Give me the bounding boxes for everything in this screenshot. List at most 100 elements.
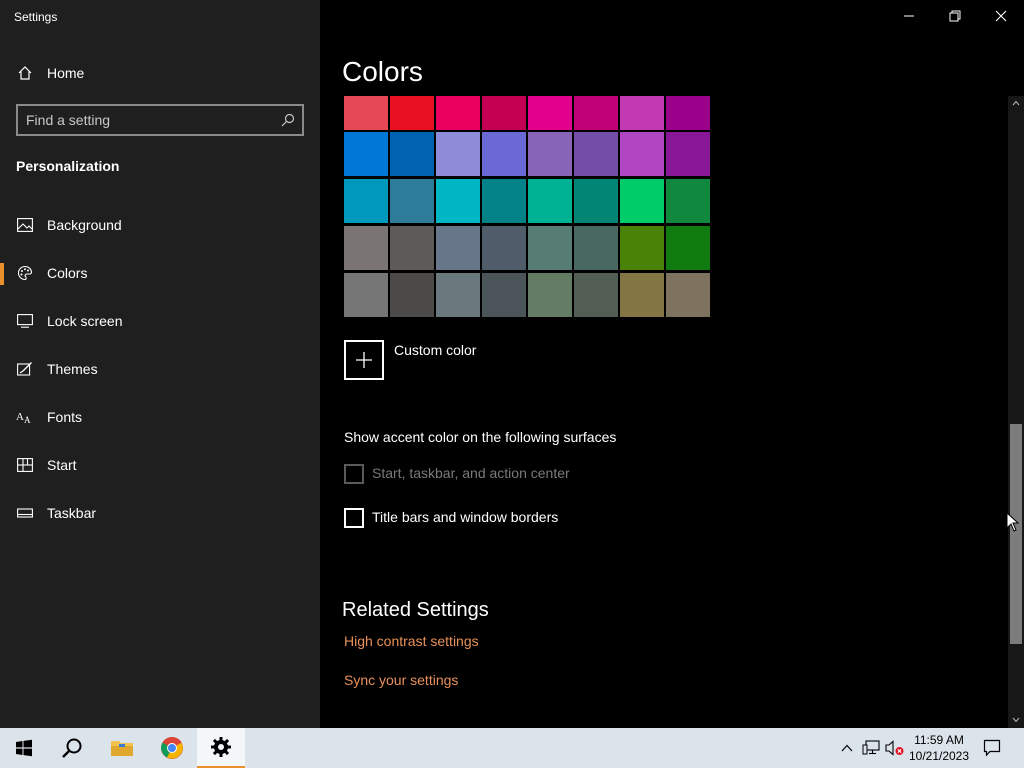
color-swatch[interactable]: [482, 132, 526, 176]
sync-settings-link[interactable]: Sync your settings: [344, 672, 458, 688]
chevron-up-icon: [1012, 100, 1020, 106]
accent-surfaces-heading: Show accent color on the following surfa…: [344, 429, 617, 445]
folder-icon: [111, 741, 133, 756]
color-swatch[interactable]: [666, 132, 710, 176]
plus-icon: [356, 352, 372, 368]
mouse-cursor-icon: [1006, 512, 1020, 532]
notification-icon: [983, 739, 1001, 757]
color-swatch[interactable]: [666, 273, 710, 317]
volume-button[interactable]: [885, 738, 905, 758]
search-input[interactable]: [26, 110, 276, 130]
taskbar: 11:59 AM 10/21/2023: [0, 728, 1024, 768]
gear-icon: [211, 737, 231, 757]
color-swatch[interactable]: [620, 273, 664, 317]
color-swatch[interactable]: [620, 96, 664, 130]
windows-logo-icon: [16, 739, 32, 757]
taskbar-icon: [16, 504, 34, 522]
sidebar-item-lock-screen[interactable]: Lock screen: [0, 301, 320, 341]
color-swatch[interactable]: [574, 273, 618, 317]
app-title: Settings: [14, 10, 58, 24]
sidebar-item-label: Fonts: [47, 409, 83, 425]
search-icon: [62, 738, 82, 758]
vertical-scrollbar[interactable]: [1008, 96, 1024, 728]
settings-taskbar-button[interactable]: [197, 728, 245, 768]
close-button[interactable]: [978, 0, 1024, 32]
color-swatch[interactable]: [528, 179, 572, 223]
color-swatch[interactable]: [344, 273, 388, 317]
color-swatch[interactable]: [666, 179, 710, 223]
custom-color-label[interactable]: Custom color: [394, 342, 476, 358]
color-swatch[interactable]: [436, 179, 480, 223]
sidebar-item-label: Background: [47, 217, 122, 233]
color-swatch[interactable]: [666, 226, 710, 270]
color-swatch[interactable]: [482, 226, 526, 270]
sidebar-item-taskbar[interactable]: Taskbar: [0, 493, 320, 533]
show-hidden-icons-button[interactable]: [837, 738, 857, 758]
color-swatch[interactable]: [528, 226, 572, 270]
title-bars-checkbox-label[interactable]: Title bars and window borders: [372, 509, 558, 525]
color-swatch[interactable]: [344, 179, 388, 223]
color-swatch[interactable]: [436, 132, 480, 176]
network-icon: [862, 740, 880, 755]
action-center-button[interactable]: [982, 738, 1002, 758]
network-button[interactable]: [861, 738, 881, 758]
title-bars-checkbox[interactable]: [344, 508, 364, 528]
color-swatch[interactable]: [390, 179, 434, 223]
color-swatch[interactable]: [482, 273, 526, 317]
close-icon: [995, 10, 1007, 22]
color-swatch[interactable]: [574, 96, 618, 130]
color-swatch[interactable]: [574, 132, 618, 176]
image-icon: [16, 216, 34, 234]
color-swatch[interactable]: [390, 273, 434, 317]
scroll-up-button[interactable]: [1008, 96, 1024, 110]
file-explorer-button[interactable]: [98, 728, 146, 768]
custom-color-button[interactable]: [344, 340, 384, 380]
color-swatch[interactable]: [390, 226, 434, 270]
color-swatch[interactable]: [620, 226, 664, 270]
scroll-down-button[interactable]: [1008, 713, 1024, 727]
color-swatch[interactable]: [620, 179, 664, 223]
color-swatch[interactable]: [344, 132, 388, 176]
sidebar-item-label: Taskbar: [47, 505, 97, 521]
color-swatch[interactable]: [390, 132, 434, 176]
color-swatch[interactable]: [482, 179, 526, 223]
nav-home[interactable]: Home: [0, 53, 320, 93]
sidebar: Settings Home Personalization Background: [0, 0, 320, 728]
color-swatch[interactable]: [390, 96, 434, 130]
color-swatch[interactable]: [436, 273, 480, 317]
search-icon[interactable]: [280, 112, 296, 128]
color-swatch[interactable]: [620, 132, 664, 176]
sidebar-item-fonts[interactable]: AA Fonts: [0, 397, 320, 437]
start-taskbar-checkbox[interactable]: [344, 464, 364, 484]
color-swatch[interactable]: [528, 273, 572, 317]
restore-button[interactable]: [932, 0, 978, 32]
color-swatch[interactable]: [436, 226, 480, 270]
chrome-button[interactable]: [148, 728, 196, 768]
related-settings-heading: Related Settings: [342, 599, 489, 621]
color-swatch[interactable]: [528, 132, 572, 176]
color-swatch[interactable]: [574, 179, 618, 223]
color-swatch[interactable]: [482, 96, 526, 130]
color-swatch[interactable]: [436, 96, 480, 130]
search-taskbar-button[interactable]: [48, 728, 96, 768]
system-clock[interactable]: 11:59 AM 10/21/2023: [906, 732, 972, 764]
color-swatch[interactable]: [344, 226, 388, 270]
sidebar-item-start[interactable]: Start: [0, 445, 320, 485]
fonts-icon: AA: [16, 408, 34, 426]
color-swatch[interactable]: [574, 226, 618, 270]
high-contrast-link[interactable]: High contrast settings: [344, 633, 479, 649]
color-swatch[interactable]: [528, 96, 572, 130]
sidebar-item-colors[interactable]: Colors: [0, 253, 320, 293]
color-swatch[interactable]: [344, 96, 388, 130]
sidebar-item-background[interactable]: Background: [0, 205, 320, 245]
sidebar-item-themes[interactable]: Themes: [0, 349, 320, 389]
search-box[interactable]: [16, 104, 304, 136]
nav-home-label: Home: [47, 65, 85, 81]
minimize-icon: [904, 15, 914, 17]
color-swatch[interactable]: [666, 96, 710, 130]
minimize-button[interactable]: [886, 0, 932, 32]
main-pane: Colors Custom color Show accent color on…: [320, 0, 1024, 728]
scroll-thumb[interactable]: [1010, 424, 1022, 644]
svg-text:A: A: [16, 411, 24, 423]
start-button[interactable]: [0, 728, 48, 768]
